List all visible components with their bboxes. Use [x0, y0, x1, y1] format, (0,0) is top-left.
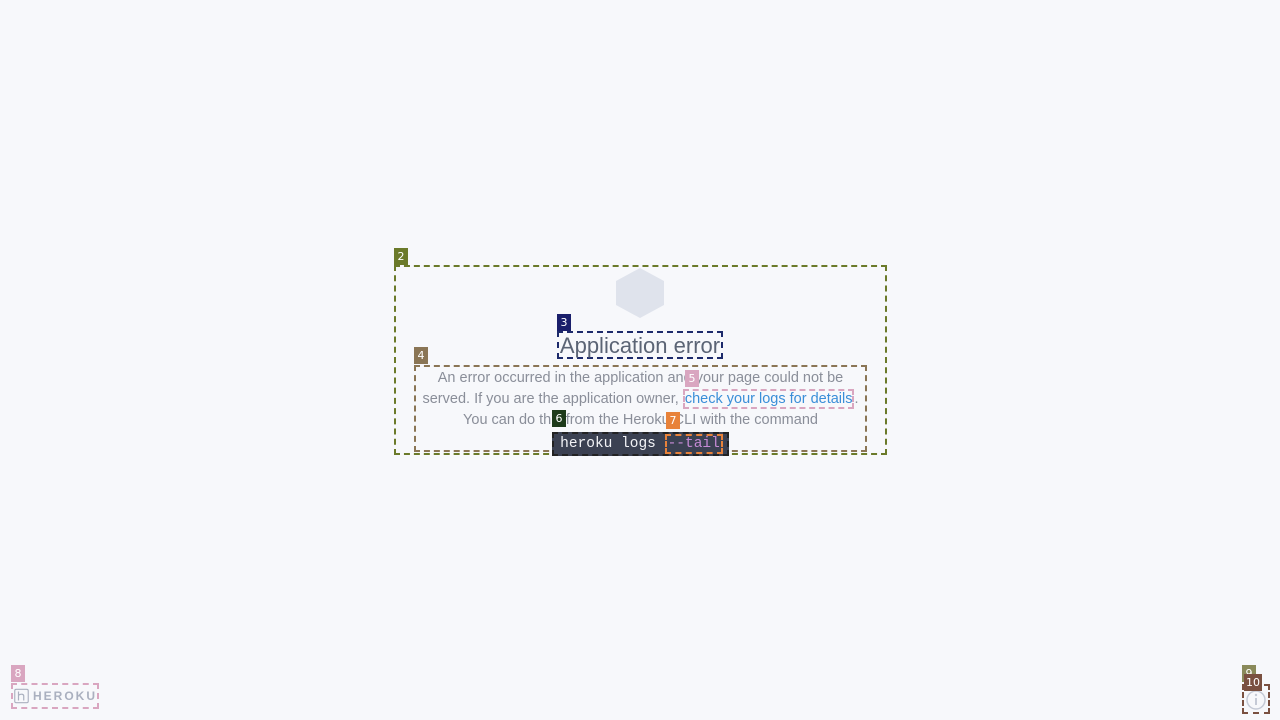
- hexagon-icon: [616, 268, 664, 318]
- mark-4: 4: [414, 347, 428, 364]
- mark-10: 10: [1244, 674, 1262, 691]
- mark-2: 2: [394, 248, 408, 265]
- mark-5: 5: [685, 370, 699, 387]
- mark-8: 8: [11, 665, 25, 682]
- cli-command-text: heroku logs: [560, 436, 665, 452]
- heroku-logo-icon: [14, 688, 29, 704]
- cli-command-flag[interactable]: --tail: [664, 434, 723, 454]
- mark-6: 6: [552, 410, 566, 427]
- error-message: An error occurred in the application and…: [414, 365, 867, 456]
- heroku-logo[interactable]: HEROKU: [11, 683, 99, 709]
- page: Application error An error occurred in t…: [0, 0, 1280, 720]
- page-title: Application error: [557, 331, 723, 359]
- heroku-logo-text: HEROKU: [32, 689, 97, 703]
- mark-7: 7: [666, 412, 680, 429]
- mark-3: 3: [557, 314, 571, 331]
- cli-command[interactable]: heroku logs --tail: [552, 432, 729, 456]
- check-logs-link[interactable]: check your logs for details: [682, 389, 855, 409]
